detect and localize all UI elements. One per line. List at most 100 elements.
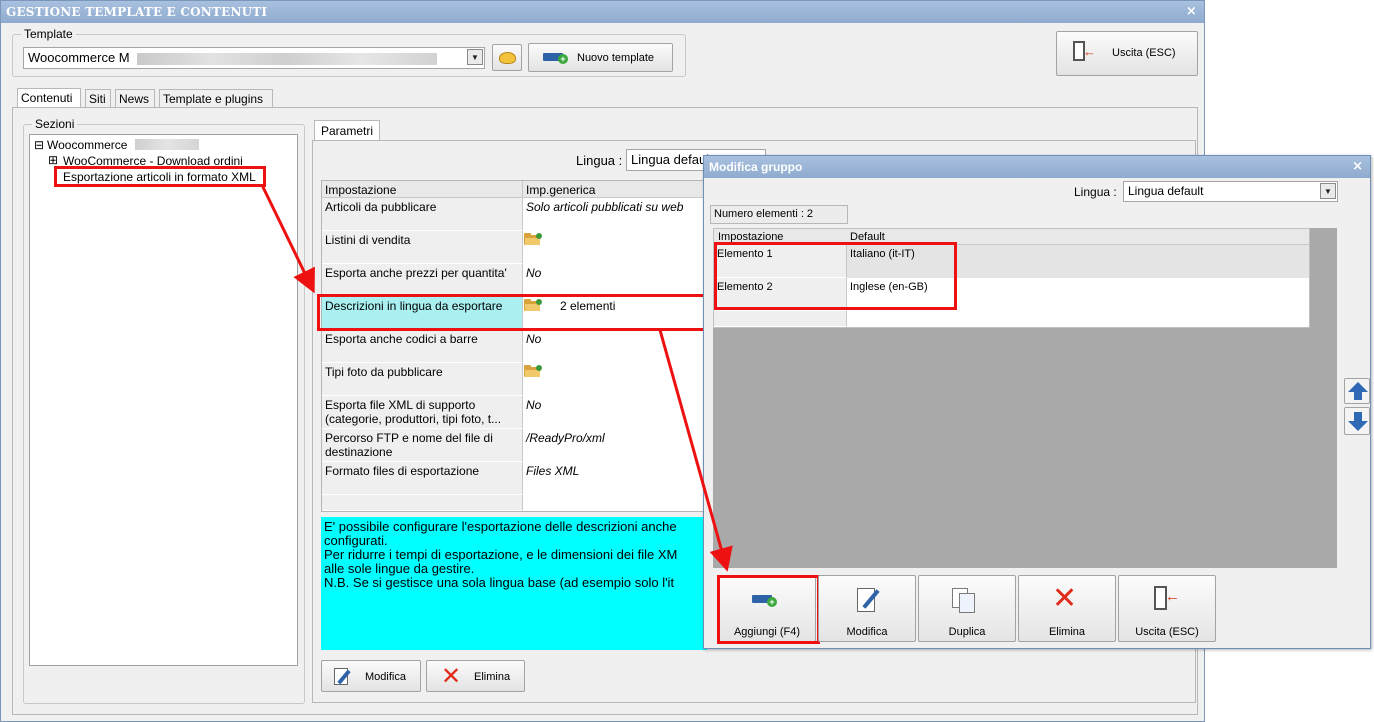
param-row-prezzi-value[interactable]: No — [523, 264, 706, 297]
popup-close-icon[interactable]: × — [1352, 156, 1363, 178]
param-row-xmlsupporto-value[interactable]: No — [523, 396, 706, 429]
template-select-blur — [137, 52, 438, 65]
tab-parametri[interactable]: Parametri — [314, 120, 380, 141]
arrow-up-stem — [1354, 391, 1362, 400]
open-template-button[interactable] — [492, 44, 522, 71]
popup-row-empty — [714, 311, 847, 327]
popup-count-box: Numero elementi : 2 — [710, 205, 848, 224]
help-line-5: N.B. Se si gestisce una sola lingua base… — [324, 575, 675, 590]
new-template-label: Nuovo template — [577, 52, 655, 64]
move-down-button[interactable] — [1344, 407, 1370, 435]
popup-exit-label: Uscita (ESC) — [1135, 626, 1199, 638]
modifica-gruppo-dialog: Modifica gruppo × Lingua : Lingua defaul… — [703, 155, 1371, 649]
param-row-empty — [322, 495, 523, 511]
template-select[interactable]: Woocommerce M ▼ — [23, 47, 485, 69]
popup-duplicate-button[interactable]: Duplica — [918, 575, 1016, 642]
popup-modify-button[interactable]: Modifica — [818, 575, 916, 642]
sections-tree — [29, 134, 298, 666]
highlight-param-row — [317, 294, 708, 331]
popup-modify-label: Modifica — [846, 626, 888, 638]
duplicate-icon-front — [959, 593, 975, 613]
param-row-tipifoto-name[interactable]: Tipi foto da pubblicare — [322, 363, 523, 396]
help-line-3: Per ridurre i tempi di esportazione, e l… — [324, 547, 678, 562]
tab-news[interactable]: News — [115, 89, 155, 108]
tab-template-plugins[interactable]: Template e plugins — [159, 89, 273, 108]
param-row-tipifoto-value[interactable] — [523, 363, 706, 396]
param-row-prezzi-name[interactable]: Esporta anche prezzi per quantita' — [322, 264, 523, 297]
param-row-articoli-value[interactable]: Solo articoli pubblicati su web — [523, 198, 706, 231]
params-col-impgenerica: Imp.generica — [526, 183, 596, 197]
folder-icon — [524, 365, 542, 377]
tree-expander-download[interactable]: ⊞ — [48, 153, 58, 167]
popup-lingua-select[interactable]: Lingua default ▼ — [1123, 181, 1338, 202]
exit-arrow-icon: ← — [1165, 588, 1180, 605]
tab-siti[interactable]: Siti — [85, 89, 111, 108]
param-row-articoli-name[interactable]: Articoli da pubblicare — [322, 198, 523, 231]
open-folder-icon — [499, 52, 516, 64]
params-modify-button[interactable]: Modifica — [321, 660, 421, 692]
param-row-formato-name[interactable]: Formato files di esportazione — [322, 462, 523, 495]
tab-contenuti-label: Contenuti — [21, 91, 73, 105]
highlight-popup-rows — [714, 242, 957, 310]
param-row-listini-value[interactable] — [523, 231, 706, 264]
delete-x-icon: ✕ — [441, 662, 462, 690]
tab-siti-label: Siti — [89, 92, 106, 106]
main-title: GESTIONE TEMPLATE E CONTENUTI — [6, 5, 268, 19]
sections-legend: Sezioni — [32, 117, 78, 131]
tree-item-blur — [135, 139, 199, 150]
main-close-icon[interactable]: × — [1186, 1, 1197, 23]
plus-icon: + — [558, 54, 568, 64]
popup-lingua-label: Lingua : — [1074, 185, 1117, 199]
folder-icon — [524, 233, 542, 245]
move-up-button[interactable] — [1344, 378, 1370, 404]
new-template-button[interactable]: + Nuovo template — [528, 43, 673, 72]
param-row-ftp-value[interactable]: /ReadyPro/xml — [523, 429, 706, 462]
popup-lingua-value: Lingua default — [1128, 184, 1204, 198]
popup-exit-button[interactable]: ← Uscita (ESC) — [1118, 575, 1216, 642]
help-line-1: E' possibile configurare l'esportazione … — [324, 519, 677, 534]
popup-delete-button[interactable]: ✕ Elimina — [1018, 575, 1116, 642]
exit-arrow-icon: ← — [1083, 44, 1096, 59]
popup-duplicate-label: Duplica — [948, 626, 986, 638]
params-col-impostazione: Impostazione — [325, 183, 397, 197]
main-titlebar: GESTIONE TEMPLATE E CONTENUTI × — [1, 1, 1204, 23]
params-lingua-label: Lingua : — [576, 153, 623, 168]
highlight-add-button — [717, 575, 820, 644]
help-line-4: alle sole lingue da gestire. — [324, 561, 475, 576]
tree-item-woocommerce[interactable]: Woocommerce — [47, 138, 127, 152]
popup-title: Modifica gruppo — [709, 160, 803, 174]
exit-label: Uscita (ESC) — [1112, 47, 1176, 59]
params-delete-button[interactable]: ✕ Elimina — [426, 660, 525, 692]
delete-x-icon: ✕ — [1052, 581, 1078, 616]
tab-parametri-label: Parametri — [321, 124, 374, 138]
popup-count-label: Numero elementi : 2 — [714, 208, 814, 220]
chevron-down-icon[interactable]: ▼ — [467, 49, 483, 65]
template-select-value: Woocommerce M — [28, 50, 130, 65]
tab-contenuti[interactable]: Contenuti — [17, 88, 81, 108]
exit-button[interactable]: ← Uscita (ESC) — [1056, 31, 1198, 76]
chevron-down-icon[interactable]: ▼ — [1320, 183, 1336, 199]
help-line-2: configurati. — [324, 533, 388, 548]
template-group-legend: Template — [21, 27, 76, 41]
params-grid: Impostazione Imp.generica Articoli da pu… — [321, 180, 707, 512]
param-row-barcode-value[interactable]: No — [523, 330, 706, 363]
params-grid-header: Impostazione Imp.generica — [322, 181, 706, 198]
param-row-xmlsupporto-name[interactable]: Esporta file XML di supporto (categorie,… — [322, 396, 523, 429]
arrow-down-stem — [1354, 412, 1362, 421]
params-col-divider — [522, 181, 523, 198]
popup-titlebar: Modifica gruppo × — [704, 156, 1370, 178]
param-row-ftp-name[interactable]: Percorso FTP e nome del file di destinaz… — [322, 429, 523, 462]
popup-delete-label: Elimina — [1048, 626, 1086, 638]
arrow-down-icon — [1348, 421, 1368, 431]
params-delete-label: Elimina — [474, 671, 511, 683]
params-modify-label: Modifica — [365, 671, 406, 683]
tree-expander-root[interactable]: ⊟ — [34, 138, 44, 152]
help-text-box: E' possibile configurare l'esportazione … — [321, 517, 707, 650]
param-row-barcode-name[interactable]: Esporta anche codici a barre — [322, 330, 523, 363]
highlight-tree-item — [54, 166, 266, 187]
param-row-formato-value[interactable]: Files XML — [523, 462, 706, 495]
tab-news-label: News — [119, 92, 150, 106]
params-lingua-value: Lingua default — [631, 152, 713, 167]
param-row-listini-name[interactable]: Listini di vendita — [322, 231, 523, 264]
tab-template-plugins-label: Template e plugins — [163, 92, 264, 106]
